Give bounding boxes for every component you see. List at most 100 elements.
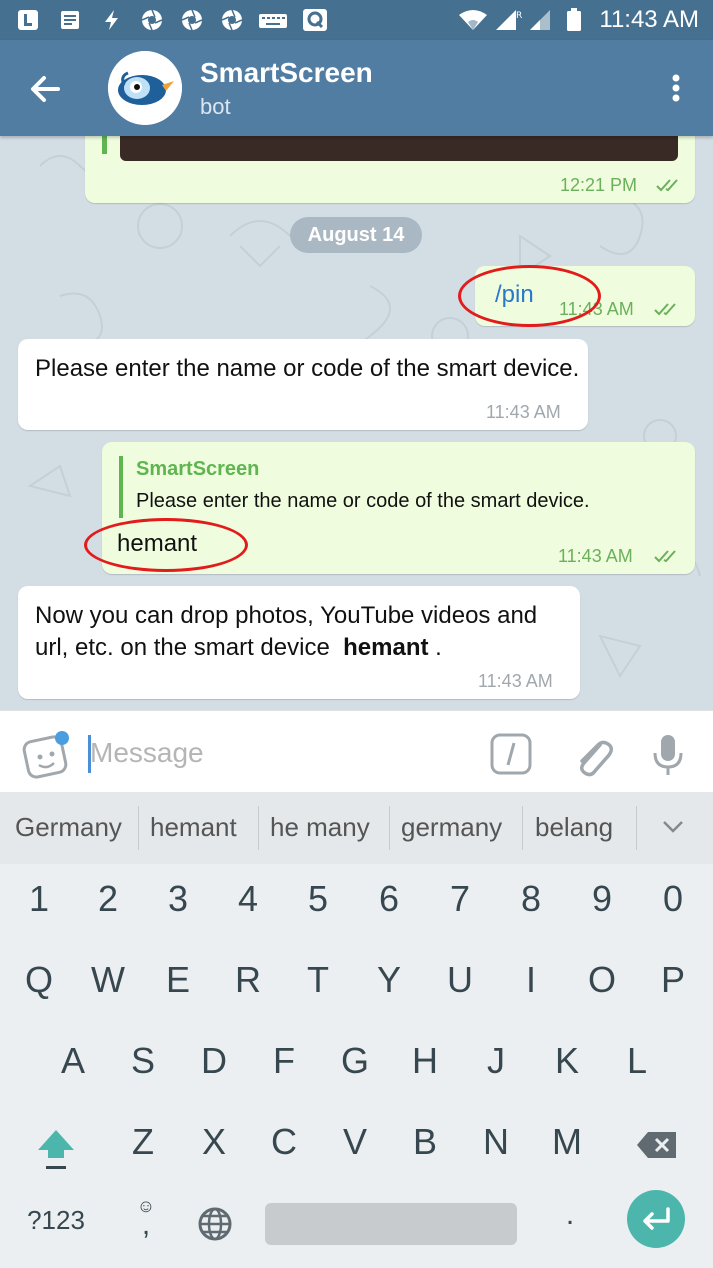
key-d[interactable]: D <box>184 1040 244 1082</box>
key-i[interactable]: I <box>501 959 561 1001</box>
message-time: 11:43 AM <box>486 402 561 422</box>
key-r[interactable]: R <box>218 959 278 1001</box>
key-8[interactable]: 8 <box>501 878 561 920</box>
message-text: Now you can drop photos, YouTube videos … <box>35 600 575 664</box>
chevron-down-icon[interactable] <box>660 816 686 836</box>
message-text-main: Now you can drop photos, YouTube videos … <box>35 602 538 661</box>
signal-roaming-icon: R <box>496 10 522 30</box>
notes-icon <box>61 11 79 29</box>
key-u[interactable]: U <box>430 959 490 1001</box>
key-f[interactable]: F <box>254 1040 314 1082</box>
message-list[interactable]: 12:21 PM August 14 /pin 11:43 AM Please … <box>0 136 713 710</box>
key-b[interactable]: B <box>395 1121 455 1163</box>
reply-sender-name[interactable]: SmartScreen <box>136 458 259 481</box>
message-time: 11:43 AM <box>558 546 633 566</box>
key-y[interactable]: Y <box>359 959 419 1001</box>
suggestion-divider <box>138 806 139 850</box>
key-g[interactable]: G <box>325 1040 385 1082</box>
flash-icon <box>105 10 118 30</box>
reply-quoted-text[interactable]: Please enter the name or code of the sma… <box>136 490 590 513</box>
symbols-key[interactable]: ?123 <box>18 1205 94 1236</box>
annotation-circle-pin <box>458 265 601 327</box>
l-app-icon <box>18 10 38 30</box>
outgoing-message[interactable]: 12:21 PM <box>85 136 695 203</box>
bot-avatar[interactable] <box>108 51 182 125</box>
key-v[interactable]: V <box>325 1121 385 1163</box>
enter-icon[interactable] <box>626 1189 686 1249</box>
key-4[interactable]: 4 <box>218 878 278 920</box>
comma-key[interactable]: ☺ , <box>135 1196 157 1241</box>
suggestion-item[interactable]: belang <box>535 812 613 843</box>
key-7[interactable]: 7 <box>430 878 490 920</box>
key-q[interactable]: Q <box>9 959 69 1001</box>
key-n[interactable]: N <box>466 1121 526 1163</box>
aperture-icon <box>221 9 243 31</box>
arrow-back-icon[interactable] <box>20 64 70 114</box>
suggestion-item[interactable]: germany <box>401 812 502 843</box>
key-5[interactable]: 5 <box>288 878 348 920</box>
more-vert-icon[interactable] <box>661 68 691 108</box>
incoming-message[interactable]: Please enter the name or code of the sma… <box>18 339 588 430</box>
key-p[interactable]: P <box>643 959 703 1001</box>
status-time: 11:43 AM <box>599 6 699 33</box>
key-m[interactable]: M <box>537 1121 597 1163</box>
sticker-icon[interactable] <box>22 729 74 781</box>
microphone-icon[interactable] <box>650 731 686 779</box>
key-h[interactable]: H <box>395 1040 455 1082</box>
message-time: 11:43 AM <box>478 671 553 691</box>
svg-text:R: R <box>516 11 522 21</box>
signal-icon <box>530 10 550 30</box>
suggestion-divider <box>522 806 523 850</box>
key-1[interactable]: 1 <box>9 878 69 920</box>
key-6[interactable]: 6 <box>359 878 419 920</box>
key-o[interactable]: O <box>572 959 632 1001</box>
key-z[interactable]: Z <box>113 1121 173 1163</box>
suggestion-divider <box>389 806 390 850</box>
shift-icon[interactable] <box>34 1126 78 1174</box>
comma-label: , <box>141 1208 151 1241</box>
photo-thumbnail[interactable] <box>120 136 678 161</box>
key-c[interactable]: C <box>254 1121 314 1163</box>
chat-title: SmartScreen <box>200 57 373 88</box>
battery-icon <box>567 8 581 31</box>
double-check-icon <box>654 303 676 316</box>
paperclip-icon[interactable] <box>570 731 614 779</box>
key-0[interactable]: 0 <box>643 878 703 920</box>
device-name: hemant <box>343 634 429 661</box>
key-e[interactable]: E <box>148 959 208 1001</box>
aperture-icon <box>181 9 203 31</box>
reply-quote-bar <box>119 456 123 518</box>
key-k[interactable]: K <box>537 1040 597 1082</box>
slash-command-icon[interactable] <box>490 733 532 775</box>
key-2[interactable]: 2 <box>78 878 138 920</box>
key-t[interactable]: T <box>288 959 348 1001</box>
status-bar: R 11:43 AM <box>0 0 713 40</box>
suggestion-divider <box>258 806 259 850</box>
bird-logo-icon <box>108 51 182 125</box>
globe-icon[interactable] <box>196 1205 234 1243</box>
q-app-icon <box>303 9 327 31</box>
message-input[interactable] <box>90 733 470 773</box>
suggestion-item[interactable]: Germany <box>15 812 122 843</box>
key-x[interactable]: X <box>184 1121 244 1163</box>
double-check-icon <box>654 550 676 563</box>
key-9[interactable]: 9 <box>572 878 632 920</box>
suggestion-item[interactable]: he many <box>270 812 370 843</box>
suggestion-divider <box>636 806 637 850</box>
key-j[interactable]: J <box>466 1040 526 1082</box>
key-a[interactable]: A <box>43 1040 103 1082</box>
key-l[interactable]: L <box>607 1040 667 1082</box>
keyboard-icon <box>259 14 287 28</box>
message-text-end: . <box>435 634 442 661</box>
key-w[interactable]: W <box>78 959 138 1001</box>
suggestion-item[interactable]: hemant <box>150 812 237 843</box>
chat-header: SmartScreen bot <box>0 40 713 136</box>
key-s[interactable]: S <box>113 1040 173 1082</box>
space-bar[interactable] <box>265 1203 517 1245</box>
annotation-circle-hemant <box>84 518 248 572</box>
period-key[interactable]: . <box>540 1198 600 1232</box>
double-check-icon <box>656 179 678 192</box>
key-3[interactable]: 3 <box>148 878 208 920</box>
incoming-message[interactable]: Now you can drop photos, YouTube videos … <box>18 586 580 699</box>
backspace-icon[interactable] <box>636 1130 678 1160</box>
